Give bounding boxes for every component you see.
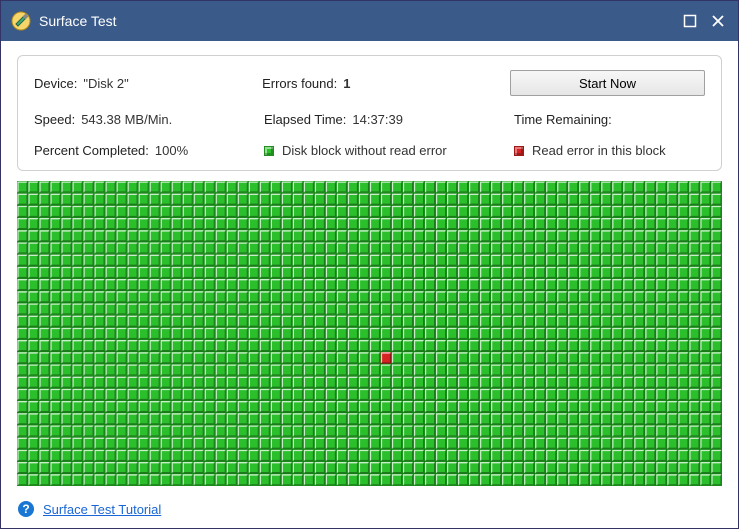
info-panel: Device: "Disk 2" Errors found: 1 Start N… bbox=[17, 55, 722, 171]
window: Surface Test Device: "Disk 2" Errors fou… bbox=[0, 0, 739, 529]
start-now-button[interactable]: Start Now bbox=[510, 70, 705, 96]
svg-text:?: ? bbox=[22, 502, 29, 516]
legend-bad-icon bbox=[514, 146, 524, 156]
percent-value: 100% bbox=[155, 143, 188, 158]
content: Device: "Disk 2" Errors found: 1 Start N… bbox=[1, 41, 738, 494]
remaining-label: Time Remaining: bbox=[514, 112, 612, 127]
device-value: "Disk 2" bbox=[83, 76, 128, 91]
speed-value: 543.38 MB/Min. bbox=[81, 112, 172, 127]
tutorial-link[interactable]: Surface Test Tutorial bbox=[43, 502, 161, 517]
app-icon bbox=[11, 11, 31, 31]
block-map bbox=[17, 181, 722, 486]
titlebar: Surface Test bbox=[1, 1, 738, 41]
percent-label: Percent Completed: bbox=[34, 143, 149, 158]
window-title: Surface Test bbox=[39, 13, 676, 29]
errors-label: Errors found: bbox=[262, 76, 337, 91]
maximize-button[interactable] bbox=[676, 7, 704, 35]
legend-good-icon bbox=[264, 146, 274, 156]
help-icon: ? bbox=[17, 500, 35, 518]
footer: ? Surface Test Tutorial bbox=[1, 494, 738, 528]
close-button[interactable] bbox=[704, 7, 732, 35]
speed-label: Speed: bbox=[34, 112, 75, 127]
legend-good-label: Disk block without read error bbox=[282, 143, 447, 158]
errors-value: 1 bbox=[343, 76, 350, 91]
elapsed-value: 14:37:39 bbox=[352, 112, 403, 127]
block-map-svg bbox=[17, 181, 722, 486]
elapsed-label: Elapsed Time: bbox=[264, 112, 346, 127]
legend-bad-label: Read error in this block bbox=[532, 143, 666, 158]
device-label: Device: bbox=[34, 76, 77, 91]
